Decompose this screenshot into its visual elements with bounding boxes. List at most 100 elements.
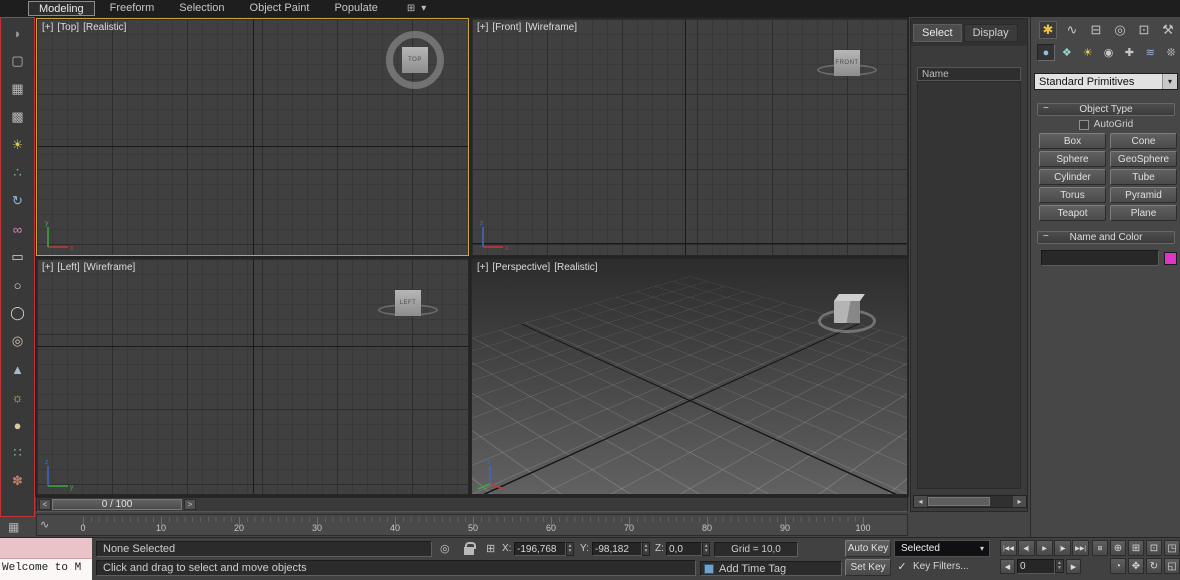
time-slider-handle[interactable]: 0 / 100: [52, 499, 182, 510]
ribbon-tab[interactable]: Freeform: [100, 1, 165, 16]
viewport-shading-button[interactable]: [Realistic]: [554, 262, 597, 273]
viewport-shading-button[interactable]: [Realistic]: [83, 22, 126, 33]
viewcube-face[interactable]: FRONT: [834, 50, 860, 76]
grid-icon[interactable]: ▦: [6, 79, 30, 99]
primitive-button[interactable]: Pyramid: [1110, 187, 1177, 203]
shapes-category-icon[interactable]: ❖: [1058, 44, 1076, 61]
display-tab-icon[interactable]: ⊡: [1135, 21, 1153, 39]
x-coordinate-field[interactable]: [514, 542, 567, 556]
hierarchy-tab-icon[interactable]: ⊟: [1087, 21, 1105, 39]
circle-shape-icon[interactable]: ◯: [6, 303, 30, 323]
primitive-button[interactable]: Sphere: [1039, 151, 1106, 167]
scroll-right-button[interactable]: ▸: [1013, 496, 1026, 507]
time-slider-track[interactable]: < 0 / 100 >: [36, 497, 908, 512]
scene-explorer-list[interactable]: [917, 81, 1021, 489]
viewcube-cube-top-face[interactable]: [834, 294, 865, 301]
object-color-swatch[interactable]: [1164, 252, 1177, 265]
link-chain-icon[interactable]: ∞: [6, 219, 30, 239]
ribbon-tab[interactable]: Modeling: [28, 1, 95, 16]
primitive-button[interactable]: Cylinder: [1039, 169, 1106, 185]
ribbon-config-icon[interactable]: ⊞: [407, 3, 415, 14]
motion-tab-icon[interactable]: ◎: [1111, 21, 1129, 39]
ribbon-tab[interactable]: Object Paint: [240, 1, 320, 16]
name-and-color-rollout-header[interactable]: − Name and Color: [1037, 231, 1175, 244]
viewport-layout-tabs-icon[interactable]: ▦: [8, 520, 19, 534]
zoom-all-icon[interactable]: ⊞: [1128, 540, 1144, 556]
add-time-tag-box[interactable]: Add Time Tag: [700, 561, 842, 576]
viewport-front[interactable]: [+] [Front] [Wireframe] FRONT x z: [471, 18, 908, 256]
systems-category-icon[interactable]: ❊: [1162, 44, 1180, 61]
viewport-menu-button[interactable]: [+]: [477, 22, 488, 33]
primitive-button[interactable]: Torus: [1039, 187, 1106, 203]
geometry-category-icon[interactable]: ●: [1037, 44, 1055, 61]
y-coordinate-field[interactable]: [592, 542, 643, 556]
y-spinner[interactable]: ▲ ▼: [642, 542, 650, 556]
rollout-collapse-icon[interactable]: −: [1043, 231, 1049, 242]
sphere-shape-icon[interactable]: ●: [6, 415, 30, 435]
zoom-icon[interactable]: ⊕: [1110, 540, 1126, 556]
cameras-category-icon[interactable]: ◉: [1100, 44, 1118, 61]
rectangle-shape-icon[interactable]: ▭: [6, 247, 30, 267]
pan-icon[interactable]: ✥: [1128, 558, 1144, 574]
viewcube-face[interactable]: TOP: [402, 47, 428, 73]
ellipse-shape-icon[interactable]: ○: [6, 275, 30, 295]
x-spinner[interactable]: ▲ ▼: [566, 542, 574, 556]
ribbon-tab[interactable]: Selection: [169, 1, 234, 16]
time-slider-prev-button[interactable]: <: [39, 499, 51, 510]
next-key-button[interactable]: ▶: [1066, 559, 1081, 574]
object-name-field[interactable]: [1041, 250, 1159, 266]
viewport-name-button[interactable]: [Left]: [57, 262, 79, 273]
auto-key-button[interactable]: Auto Key: [845, 540, 891, 557]
frame-spinner[interactable]: ▲ ▼: [1055, 559, 1064, 573]
maximize-viewport-icon[interactable]: ◱: [1164, 558, 1180, 574]
modify-tab-icon[interactable]: ∿: [1063, 21, 1081, 39]
pattern-grid-icon[interactable]: ▩: [6, 107, 30, 127]
next-frame-button[interactable]: |▶: [1054, 540, 1071, 556]
maxscript-mini-listener[interactable]: Welcome to M: [0, 559, 92, 580]
viewport-name-button[interactable]: [Front]: [492, 22, 521, 33]
z-coordinate-field[interactable]: [666, 542, 703, 556]
swirl-brush-icon[interactable]: ✽: [6, 471, 30, 491]
crowd-icon[interactable]: ∴: [6, 163, 30, 183]
scene-explorer-tab[interactable]: Select: [913, 24, 962, 42]
go-to-end-button[interactable]: ▶▶|: [1072, 540, 1089, 556]
viewport-top[interactable]: [+] [Top] [Realistic] TOP x y: [36, 18, 469, 256]
maxscript-macro-recorder[interactable]: [0, 538, 92, 559]
viewport-name-button[interactable]: [Perspective]: [492, 262, 550, 273]
primitives-dropdown[interactable]: Standard Primitives ▾: [1034, 73, 1178, 90]
viewport-menu-button[interactable]: [+]: [42, 22, 53, 33]
previous-frame-button[interactable]: ◀|: [1018, 540, 1035, 556]
zoom-extents-icon[interactable]: ⊡: [1146, 540, 1162, 556]
add-time-tag-label[interactable]: Add Time Tag: [719, 563, 786, 575]
viewport-perspective[interactable]: [+] [Perspective] [Realistic] z: [471, 258, 908, 495]
lamp-icon[interactable]: ☀: [6, 135, 30, 155]
ribbon-collapse-caret-icon[interactable]: ▾: [421, 3, 426, 14]
sun-icon[interactable]: ☼: [6, 387, 30, 407]
selection-set-dropdown[interactable]: Selected ▾: [894, 540, 990, 557]
marquee-select-icon[interactable]: ▢: [6, 51, 30, 71]
selection-lock-icon[interactable]: [464, 542, 476, 555]
isolate-pin-icon[interactable]: ◎: [440, 542, 450, 555]
viewport-left[interactable]: [+] [Left] [Wireframe] LEFT y z: [36, 258, 469, 495]
torus-shape-icon[interactable]: ◎: [6, 331, 30, 351]
primitive-button[interactable]: Tube: [1110, 169, 1177, 185]
viewcube[interactable]: TOP: [386, 31, 444, 89]
create-tab-icon[interactable]: ✱: [1039, 21, 1057, 39]
scene-explorer-scrollbar[interactable]: ◂ ▸: [913, 495, 1027, 508]
viewcube-cube[interactable]: [834, 294, 865, 323]
absolute-mode-icon[interactable]: ⊞: [486, 542, 495, 555]
orbit-tool-icon[interactable]: ↻: [6, 191, 30, 211]
primitive-button[interactable]: Cone: [1110, 133, 1177, 149]
name-column-header[interactable]: Name: [917, 67, 1021, 81]
viewcube[interactable]: LEFT: [378, 285, 442, 327]
scrollbar-thumb[interactable]: [928, 497, 990, 506]
object-type-rollout-header[interactable]: − Object Type: [1037, 103, 1175, 116]
autogrid-checkbox[interactable]: [1078, 119, 1089, 130]
primitive-button[interactable]: GeoSphere: [1110, 151, 1177, 167]
primitive-button[interactable]: Teapot: [1039, 205, 1106, 221]
brush-select-icon[interactable]: ◗: [6, 23, 30, 43]
play-button[interactable]: ▶: [1036, 540, 1053, 556]
space-warps-category-icon[interactable]: ≋: [1141, 44, 1159, 61]
primitive-button[interactable]: Plane: [1110, 205, 1177, 221]
ribbon-tab[interactable]: Populate: [324, 1, 387, 16]
